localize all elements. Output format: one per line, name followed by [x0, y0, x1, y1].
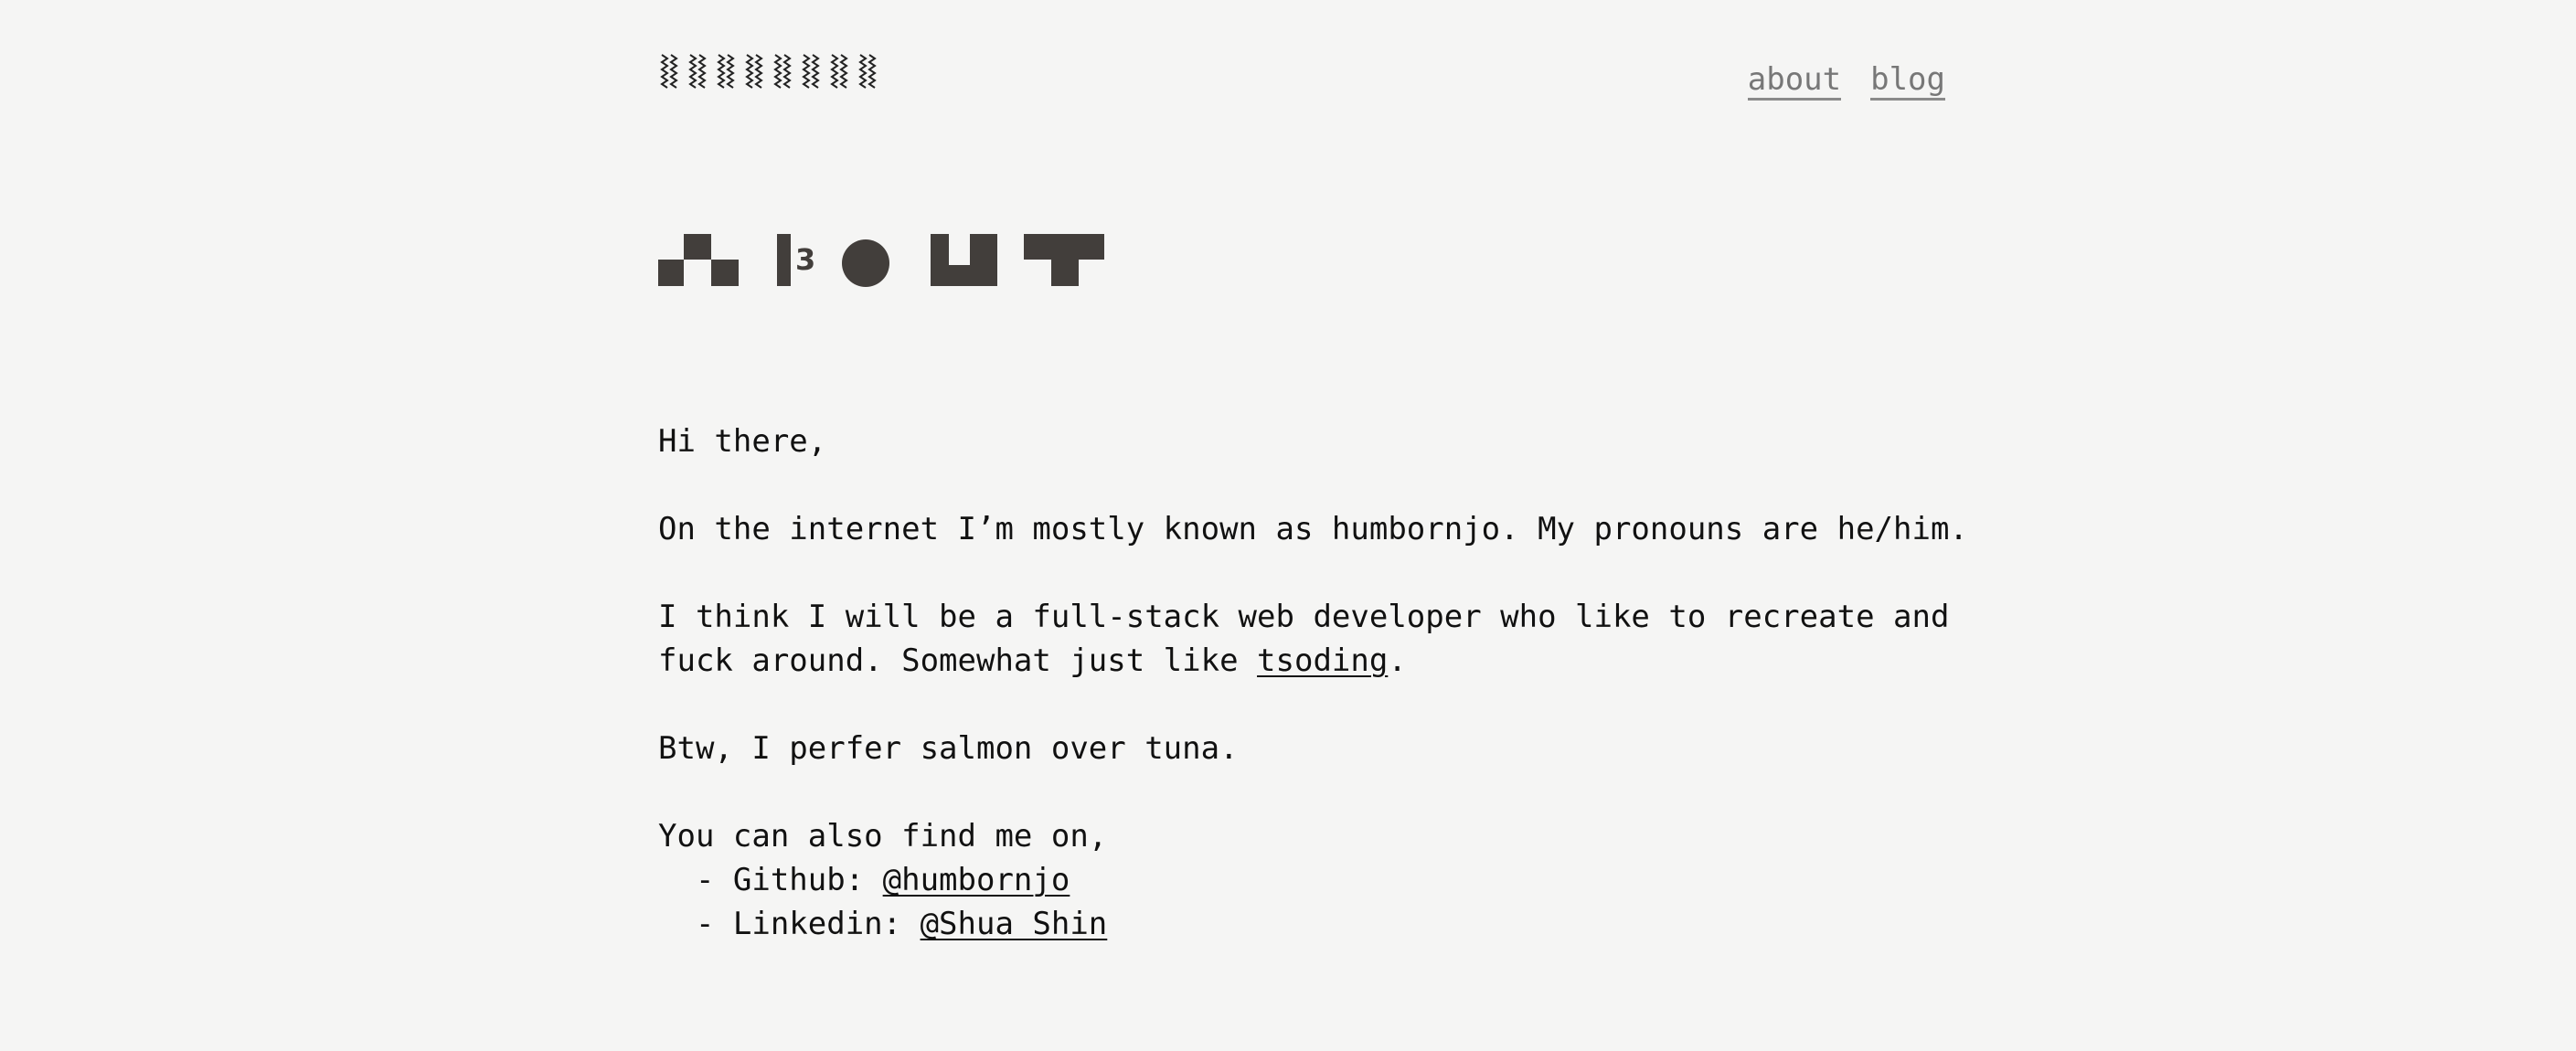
site-logo[interactable] [658, 49, 882, 93]
contact-section: You can also find me on, - Github: @humb… [658, 814, 1984, 946]
developer-line-1: I think I will be a full-stack web devel… [658, 599, 1950, 635]
social-links-list: - Github: @humbornjo - Linkedin: @Shua S… [658, 858, 1984, 946]
about-title-art: 3 [658, 234, 1104, 287]
title-superscript: 3 [795, 242, 815, 277]
social-label-github: - Github: [658, 862, 883, 898]
logo-glyph-icon [745, 54, 763, 89]
social-label-linkedin: - Linkedin: [658, 906, 921, 942]
logo-glyph-icon [802, 54, 820, 89]
contact-intro: You can also find me on, [658, 818, 1108, 855]
food-preference-text: Btw, I perfer salmon over tuna. [658, 730, 1239, 767]
about-content: Hi there, On the internet I’m mostly kno… [658, 419, 1984, 946]
developer-paragraph: I think I will be a full-stack web devel… [658, 595, 1984, 683]
logo-glyph-icon [717, 54, 735, 89]
list-item: - Linkedin: @Shua Shin [658, 902, 1984, 946]
logo-glyph-icon [773, 54, 792, 89]
developer-line-2-after: . [1388, 642, 1407, 679]
linkedin-link[interactable]: @Shua Shin [921, 906, 1108, 942]
logo-glyph-icon [830, 54, 848, 89]
greeting-text: Hi there, [658, 423, 827, 460]
intro-text: On the internet I’m mostly known as humb… [658, 511, 1968, 547]
list-item: - Github: @humbornjo [658, 858, 1984, 902]
tsoding-link[interactable]: tsoding [1257, 642, 1388, 679]
nav-about-link[interactable]: about [1747, 64, 1842, 101]
logo-glyph-icon [858, 54, 877, 89]
main-nav: about blog [1747, 64, 1945, 101]
logo-glyph-icon [660, 54, 678, 89]
github-link[interactable]: @humbornjo [883, 862, 1070, 898]
page-title: 3 [658, 234, 1115, 289]
site-header: about blog [658, 49, 1945, 113]
developer-line-2-before: fuck around. Somewhat just like [658, 642, 1258, 679]
nav-blog-link[interactable]: blog [1870, 64, 1945, 101]
logo-glyph-icon [688, 54, 707, 89]
